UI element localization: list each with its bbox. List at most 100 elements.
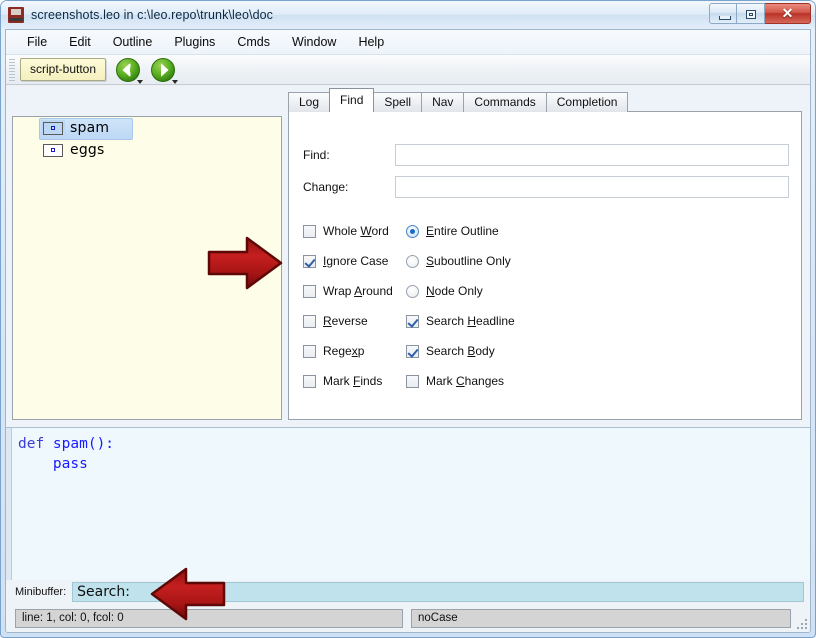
search-body-checkbox[interactable] <box>406 344 419 358</box>
ignore-case-option[interactable]: Ignore Case <box>303 254 406 268</box>
body-code-text: def spam(): pass <box>18 434 114 474</box>
node-only-radio[interactable] <box>406 284 419 298</box>
wrap-around-checkbox[interactable] <box>303 284 316 298</box>
tree-node-spam[interactable]: spam <box>13 117 281 140</box>
window-client-area: File Edit Outline Plugins Cmds Window He… <box>5 29 811 633</box>
find-field-row: Find: <box>303 144 789 166</box>
node-only-label: Node Only <box>426 284 483 298</box>
option-row: Wrap Around Node Only <box>303 276 810 306</box>
whole-word-checkbox[interactable] <box>303 224 316 238</box>
find-label: Find: <box>303 148 330 162</box>
minibuffer-input[interactable]: Search: <box>72 582 804 602</box>
tab-find[interactable]: Find <box>329 88 375 112</box>
menu-plugins[interactable]: Plugins <box>163 32 226 53</box>
entire-outline-radio[interactable] <box>406 224 419 238</box>
option-row: Reverse Search Headline <box>303 306 810 336</box>
status-bar: line: 1, col: 0, fcol: 0 noCase <box>6 604 810 632</box>
back-dropdown-caret-icon[interactable] <box>137 79 144 84</box>
option-row: Whole Word Entire Outline <box>303 216 810 246</box>
mark-finds-checkbox[interactable] <box>303 374 316 388</box>
script-button[interactable]: script-button <box>20 58 107 81</box>
reverse-checkbox[interactable] <box>303 314 316 328</box>
tab-strip: Log Find Spell Nav Commands Completion <box>288 88 629 112</box>
menu-edit[interactable]: Edit <box>58 32 102 53</box>
suboutline-only-option[interactable]: Suboutline Only <box>406 254 606 268</box>
minibuffer-row: Minibuffer: Search: <box>6 580 810 604</box>
menu-window[interactable]: Window <box>281 32 347 53</box>
regexp-checkbox[interactable] <box>303 344 316 358</box>
suboutline-only-label: Suboutline Only <box>426 254 511 268</box>
node-box-icon[interactable] <box>43 143 63 157</box>
search-headline-checkbox[interactable] <box>406 314 419 328</box>
tab-spell[interactable]: Spell <box>373 92 423 112</box>
log-pane: Log Find Spell Nav Commands Completion F… <box>288 88 802 420</box>
ignore-case-label: Ignore Case <box>323 254 389 268</box>
minibuffer-value: Search: <box>77 584 130 600</box>
body-line-1-rest: spam(): <box>44 436 115 452</box>
close-button[interactable]: ✕ <box>765 3 811 24</box>
node-box-icon[interactable] <box>43 121 63 135</box>
tab-completion[interactable]: Completion <box>545 92 629 112</box>
leo-app-icon <box>8 7 24 23</box>
tab-log[interactable]: Log <box>288 92 331 112</box>
title-bar: screenshots.leo in c:\leo.repo\trunk\leo… <box>1 1 815 29</box>
minimize-button[interactable] <box>709 3 737 24</box>
status-position: line: 1, col: 0, fcol: 0 <box>15 608 403 628</box>
menu-help[interactable]: Help <box>347 32 395 53</box>
option-row: Mark Finds Mark Changes <box>303 366 810 396</box>
node-only-option[interactable]: Node Only <box>406 284 606 298</box>
regexp-label: Regexp <box>323 344 365 358</box>
change-label: Change: <box>303 180 349 194</box>
back-button[interactable] <box>115 57 144 84</box>
tree-node-eggs[interactable]: eggs <box>13 139 281 161</box>
window-controls: ✕ <box>709 3 811 24</box>
whole-word-option[interactable]: Whole Word <box>303 224 406 238</box>
reverse-option[interactable]: Reverse <box>303 314 406 328</box>
maximize-button[interactable] <box>737 3 765 24</box>
menu-cmds[interactable]: Cmds <box>226 32 281 53</box>
forward-dropdown-caret-icon[interactable] <box>172 79 179 84</box>
main-split-area: spam eggs Log Find Spell Nav Commands Co… <box>6 86 810 427</box>
minimize-icon <box>719 16 731 20</box>
tree-node-label: eggs <box>70 142 105 158</box>
mark-finds-label: Mark Finds <box>323 374 383 388</box>
search-body-label: Search Body <box>426 344 495 358</box>
find-options-grid: Whole Word Entire Outline Ignore Case Su… <box>303 216 810 396</box>
mark-finds-option[interactable]: Mark Finds <box>303 374 406 388</box>
option-row: Regexp Search Body <box>303 336 810 366</box>
tab-nav[interactable]: Nav <box>421 92 465 112</box>
toolbar: script-button <box>6 55 810 85</box>
find-input[interactable] <box>395 144 789 166</box>
entire-outline-label: Entire Outline <box>426 224 499 238</box>
change-field-row: Change: <box>303 176 789 198</box>
search-body-option[interactable]: Search Body <box>406 344 606 358</box>
wrap-around-label: Wrap Around <box>323 284 393 298</box>
suboutline-only-radio[interactable] <box>406 254 419 268</box>
whole-word-label: Whole Word <box>323 224 389 238</box>
tab-commands[interactable]: Commands <box>463 92 547 112</box>
menu-bar: File Edit Outline Plugins Cmds Window He… <box>6 30 810 55</box>
menu-file[interactable]: File <box>16 32 58 53</box>
menu-outline[interactable]: Outline <box>102 32 164 53</box>
mark-changes-option[interactable]: Mark Changes <box>406 374 606 388</box>
find-tab-panel: Find: Change: Whole Word Entire Outline … <box>288 111 802 420</box>
outline-tree-pane[interactable]: spam eggs <box>12 116 282 420</box>
forward-button[interactable] <box>150 57 179 84</box>
regexp-option[interactable]: Regexp <box>303 344 406 358</box>
resize-grip[interactable] <box>795 617 807 629</box>
change-input[interactable] <box>395 176 789 198</box>
entire-outline-option[interactable]: Entire Outline <box>406 224 606 238</box>
ignore-case-checkbox[interactable] <box>303 254 316 268</box>
window-title: screenshots.leo in c:\leo.repo\trunk\leo… <box>31 8 274 22</box>
minibuffer-label: Minibuffer: <box>15 586 67 598</box>
keyword-def: def <box>18 436 45 452</box>
toolbar-drag-grip[interactable] <box>9 58 15 81</box>
application-window: screenshots.leo in c:\leo.repo\trunk\leo… <box>0 0 816 638</box>
body-line-2: pass <box>18 456 88 472</box>
mark-changes-checkbox[interactable] <box>406 374 419 388</box>
search-headline-label: Search Headline <box>426 314 515 328</box>
wrap-around-option[interactable]: Wrap Around <box>303 284 406 298</box>
body-gutter <box>6 428 12 604</box>
body-editor-pane[interactable]: def spam(): pass <box>6 427 810 605</box>
search-headline-option[interactable]: Search Headline <box>406 314 606 328</box>
